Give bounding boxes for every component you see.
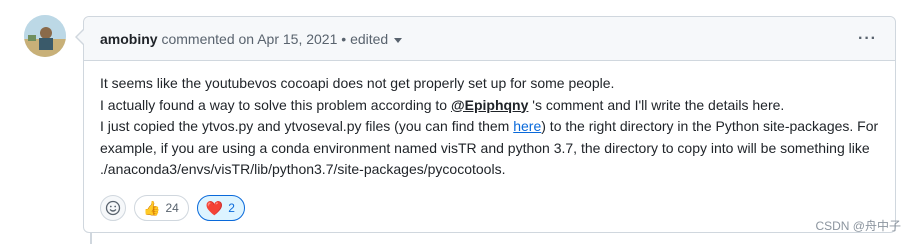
chevron-down-icon	[394, 37, 403, 43]
avatar-image	[24, 15, 66, 57]
avatar[interactable]	[24, 15, 66, 57]
comment-body: It seems like the youtubevos cocoapi doe…	[84, 61, 895, 181]
thumbs-up-reaction[interactable]: 👍 24	[134, 195, 189, 221]
kebab-menu-icon[interactable]: ···	[858, 17, 877, 61]
author-link[interactable]: amobiny	[100, 31, 158, 47]
body-line-2-pre: I actually found a way to solve this pro…	[100, 96, 451, 113]
timeline-line	[90, 232, 92, 244]
body-line-2-post: 's comment and I'll write the details he…	[528, 96, 785, 113]
action-text: commented on	[161, 31, 255, 47]
here-link[interactable]: here	[513, 118, 541, 134]
heart-count: 2	[228, 201, 235, 215]
watermark: CSDN @舟中子	[815, 219, 901, 233]
edited-dropdown[interactable]: edited	[350, 31, 403, 47]
edited-label: edited	[350, 31, 389, 47]
smiley-icon	[105, 200, 121, 216]
thumbs-up-icon: 👍	[143, 200, 161, 216]
comment-header: amobiny commented on Apr 15, 2021 • edit…	[84, 17, 895, 61]
separator: •	[341, 31, 347, 47]
heart-icon: ❤️	[205, 200, 224, 216]
comment-date[interactable]: Apr 15, 2021	[257, 31, 337, 47]
heart-reaction[interactable]: ❤️ 2	[196, 195, 245, 221]
body-line-3-pre: I just copied the ytvos.py and ytvoseval…	[100, 118, 514, 134]
comment-pointer-fill	[77, 30, 84, 44]
body-line-1: It seems like the youtubevos cocoapi doe…	[100, 75, 615, 91]
thumbs-up-count: 24	[165, 201, 179, 215]
comment-paragraph: It seems like the youtubevos cocoapi doe…	[100, 73, 879, 181]
user-mention[interactable]: @Epiphqny	[451, 97, 528, 113]
comment-box: amobiny commented on Apr 15, 2021 • edit…	[83, 16, 896, 233]
reactions-bar: 👍 24 ❤️ 2	[100, 195, 245, 221]
add-reaction-button[interactable]	[100, 195, 126, 221]
